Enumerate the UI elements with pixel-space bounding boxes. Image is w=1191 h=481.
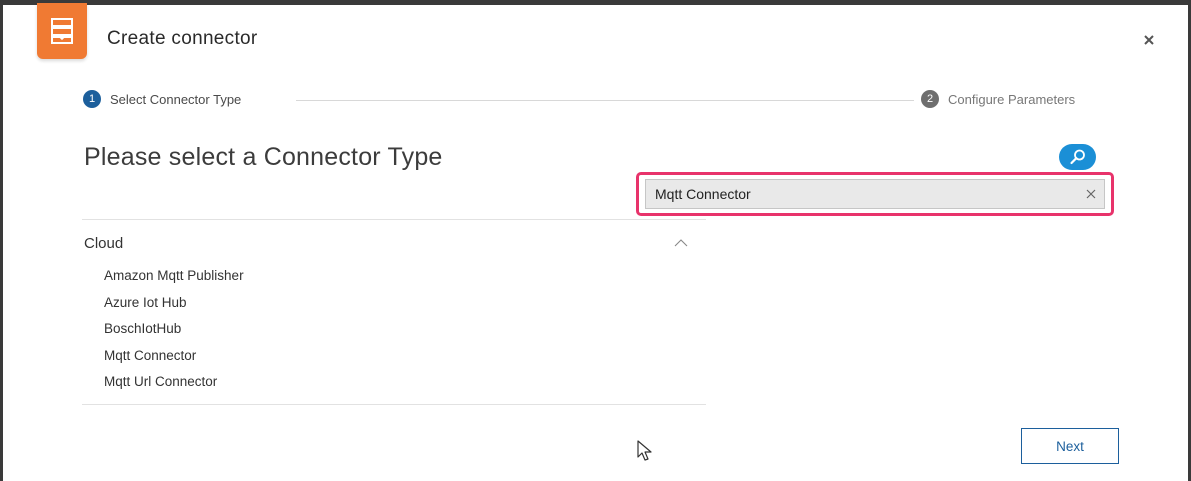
search-box xyxy=(645,179,1105,209)
connector-type-item[interactable]: Mqtt Url Connector xyxy=(104,372,244,399)
page-heading: Please select a Connector Type xyxy=(84,143,443,171)
connector-type-item[interactable]: Mqtt Connector xyxy=(104,346,244,373)
step-progress-line xyxy=(296,100,914,101)
window-left-border xyxy=(0,0,3,481)
step-configure-parameters: 2 Configure Parameters xyxy=(921,90,1075,108)
connector-type-item[interactable]: Amazon Mqtt Publisher xyxy=(104,266,244,293)
close-icon[interactable] xyxy=(1139,30,1159,50)
server-stack-icon xyxy=(37,3,87,59)
search-icon xyxy=(1069,149,1085,165)
step-select-connector-type: 1 Select Connector Type xyxy=(83,90,241,108)
window-top-border xyxy=(0,0,1191,5)
chevron-up-icon xyxy=(674,239,688,247)
dialog-title: Create connector xyxy=(107,28,258,49)
step-number-badge: 1 xyxy=(83,90,101,108)
step-number-badge: 2 xyxy=(921,90,939,108)
step-label: Select Connector Type xyxy=(110,91,242,107)
search-input[interactable] xyxy=(646,180,1078,208)
clear-icon[interactable] xyxy=(1078,180,1104,208)
list-divider xyxy=(82,219,706,220)
mouse-pointer-icon xyxy=(637,440,652,461)
category-header-cloud[interactable]: Cloud xyxy=(82,230,706,256)
step-label: Configure Parameters xyxy=(948,91,1076,107)
search-toggle-button[interactable] xyxy=(1059,144,1096,170)
next-button[interactable]: Next xyxy=(1021,428,1119,464)
category-label: Cloud xyxy=(84,234,124,252)
connector-type-item[interactable]: Azure Iot Hub xyxy=(104,293,244,320)
connector-type-item[interactable]: BoschIotHub xyxy=(104,319,244,346)
create-connector-dialog: Create connector 1 Select Connector Type… xyxy=(0,0,1191,481)
list-divider xyxy=(82,404,706,405)
connector-type-list: Amazon Mqtt Publisher Azure Iot Hub Bosc… xyxy=(104,266,244,399)
